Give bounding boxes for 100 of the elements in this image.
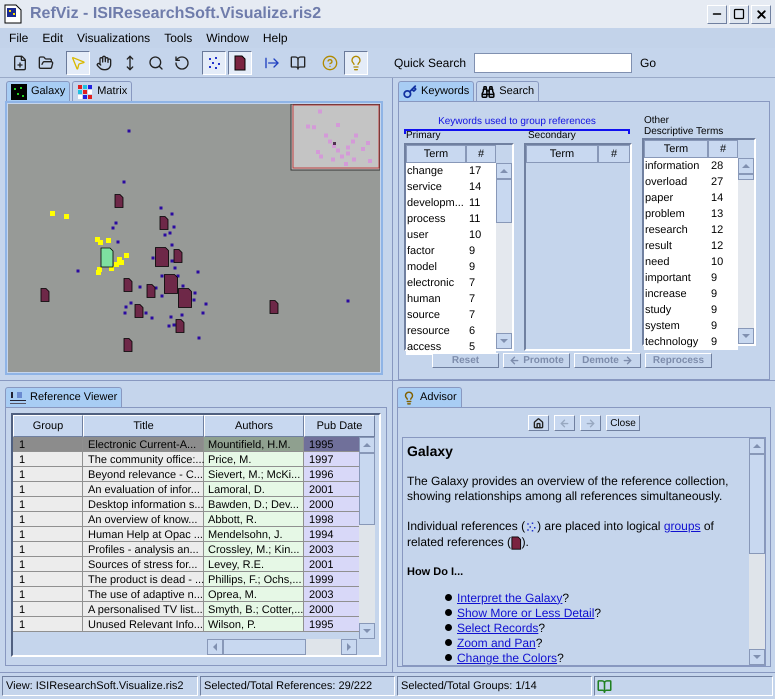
table-cell: A personalised TV list... [83, 602, 204, 617]
help-link[interactable]: Zoom and Pan [457, 636, 536, 650]
count-cell-text: 11 [468, 196, 482, 211]
tab[interactable]: Keywords [398, 81, 474, 101]
term-cell-text: process [406, 212, 447, 227]
count-cell-text: 12 [710, 238, 724, 254]
count-cell-text: 5 [468, 340, 476, 355]
count-cell-text: 9 [468, 260, 476, 275]
vertical-scrollbar[interactable] [359, 437, 375, 639]
column-header[interactable]: # [708, 140, 738, 158]
help-item: Show More or Less Detail? [457, 604, 602, 622]
close-button[interactable] [751, 4, 771, 24]
table-cell: 1997 [304, 452, 359, 467]
references-tool-button[interactable] [202, 50, 226, 74]
term-cell-text: electronic [406, 276, 456, 291]
term-cell-text: study [644, 302, 672, 318]
term-cell-text: problem [644, 206, 686, 222]
lightbulb-icon [402, 390, 416, 404]
grid-icon [77, 84, 94, 100]
menu-item[interactable]: Window [205, 29, 250, 47]
advisor-title: Galaxy [407, 442, 454, 461]
column-header[interactable]: # [466, 145, 496, 163]
table-cell: Price, M. [204, 452, 304, 467]
table-cell: 1 [13, 617, 83, 632]
table-cell: Mendelsohn, J. [204, 527, 304, 542]
list-icon [10, 390, 26, 404]
hand-icon [96, 54, 112, 70]
column-header[interactable]: Title [83, 415, 204, 437]
vertical-scrollbar[interactable] [749, 438, 765, 665]
term-cell-text: source [406, 308, 442, 323]
menu-item[interactable]: File [8, 29, 30, 47]
help-icon [322, 54, 338, 70]
term-cell-text: system [644, 318, 681, 334]
pointer-button[interactable] [66, 50, 90, 74]
lightbulb-button[interactable] [344, 50, 368, 74]
quick-search-label: Quick Search [394, 54, 466, 72]
column-header[interactable]: Term [526, 145, 598, 163]
menu-item[interactable]: Tools [163, 29, 194, 47]
column-header[interactable]: Term [406, 145, 466, 163]
help-link[interactable]: Select Records [457, 620, 538, 634]
count-cell-text: 28 [710, 158, 724, 174]
right-arrow-icon [622, 355, 633, 366]
maximize-button[interactable] [729, 4, 749, 24]
binoculars-icon [481, 84, 496, 98]
help-item: Change the Colors? [457, 650, 564, 666]
tab[interactable]: Advisor [397, 387, 462, 407]
count-cell-text: 10 [710, 254, 724, 270]
help-link[interactable]: Change the Colors [457, 650, 558, 664]
column-header[interactable]: Group [13, 415, 83, 437]
term-cell-text: user [406, 228, 430, 243]
vertical-scrollbar[interactable] [738, 158, 754, 344]
close-advisor-button[interactable]: Close [606, 415, 640, 431]
help-link[interactable]: Show More or Less Detail [457, 606, 594, 620]
go-button[interactable]: Go [638, 54, 658, 72]
tab[interactable]: Matrix [72, 81, 132, 101]
column-header[interactable]: # [598, 145, 630, 163]
table-cell: 1994 [304, 527, 359, 542]
bullet-icon [445, 609, 452, 616]
table-cell: The community office:... [83, 452, 204, 467]
table-cell: Unused Relevant Info... [83, 617, 204, 632]
table-cell: 1998 [304, 512, 359, 527]
table-cell: 2003 [304, 542, 359, 557]
table-cell: 1 [13, 512, 83, 527]
help-item: Zoom and Pan? [457, 634, 542, 652]
horizontal-scrollbar[interactable] [207, 639, 357, 655]
table-cell: 2003 [304, 587, 359, 602]
term-cell-text: increase [644, 286, 688, 302]
key-icon [403, 84, 417, 98]
table-cell: Bawden, D.; Dev... [204, 497, 304, 512]
vertical-scrollbar[interactable] [496, 163, 512, 349]
groups-tool-button[interactable] [228, 50, 252, 74]
home-button[interactable] [528, 415, 550, 431]
left-arrow-icon [559, 418, 570, 428]
term-cell-text: important [644, 270, 692, 286]
table-cell: 1 [13, 437, 83, 452]
column-header[interactable]: Term [644, 140, 708, 158]
left-arrow-icon [509, 355, 520, 366]
column-header[interactable]: Authors [204, 415, 304, 437]
count-cell-text: 17 [468, 164, 482, 179]
count-cell-text: 14 [468, 180, 482, 195]
help-link[interactable]: Interpret the Galaxy [457, 590, 562, 604]
tab[interactable]: Search [476, 81, 540, 101]
tab[interactable]: Reference Viewer [5, 387, 122, 407]
help-item: Interpret the Galaxy? [457, 590, 570, 606]
group-heading: Keywords used to group references [437, 115, 597, 129]
table-cell: Abbott, R. [204, 512, 304, 527]
groups-link[interactable]: groups [664, 519, 701, 533]
minimize-button[interactable] [707, 4, 727, 24]
column-header[interactable]: Pub Date [304, 415, 375, 437]
menu-item[interactable]: Help [262, 29, 289, 47]
table-cell: 1999 [304, 572, 359, 587]
bullet-icon [445, 654, 452, 661]
table-cell: Sievert, M.; McKi... [204, 467, 304, 482]
quick-search-field[interactable] [474, 52, 632, 72]
status-text: Selected/Total Groups: 1/14 [397, 676, 592, 696]
tab[interactable]: Galaxy [6, 81, 70, 101]
menu-item[interactable]: Edit [41, 29, 64, 47]
term-cell-text: paper [644, 190, 674, 206]
menu-item[interactable]: Visualizations [76, 29, 152, 47]
count-cell-text: 9 [468, 244, 476, 259]
